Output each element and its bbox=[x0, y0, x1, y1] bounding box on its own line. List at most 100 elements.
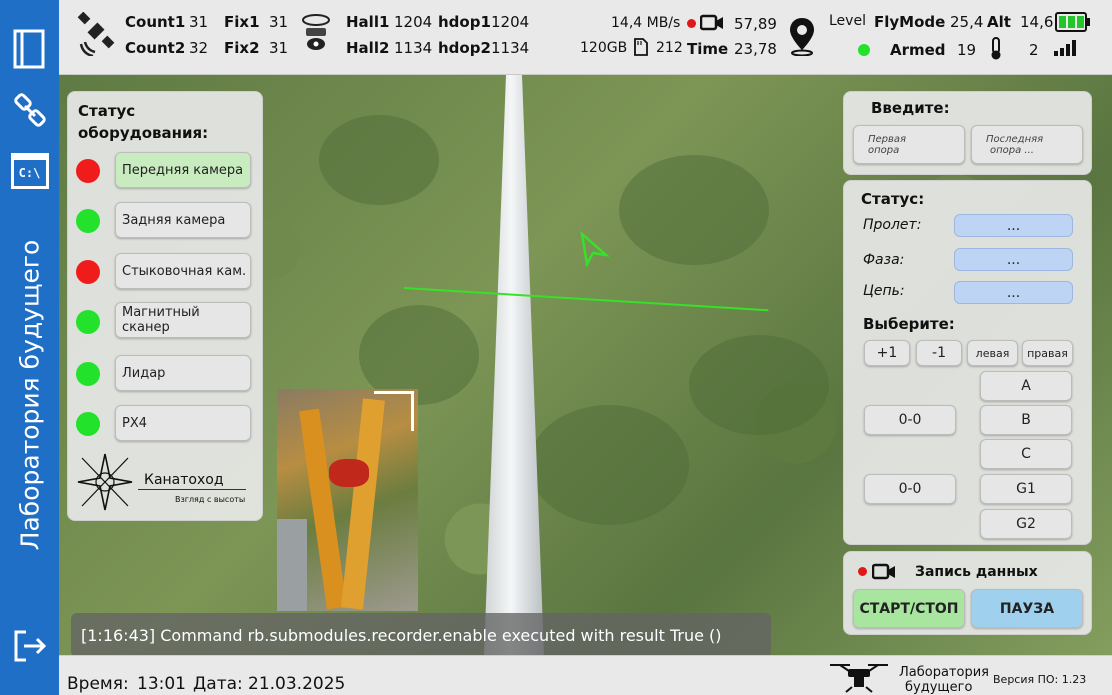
select-title: Выберите: bbox=[863, 315, 955, 333]
hall1-value: 1204 bbox=[394, 13, 433, 31]
rear-camera-button[interactable]: Задняя камера bbox=[115, 202, 251, 238]
lidar-status bbox=[76, 362, 100, 386]
count1-label: Count1 bbox=[125, 13, 186, 31]
phase-g1-button[interactable]: G1 bbox=[980, 474, 1072, 504]
last-pole-line1: Последняя bbox=[986, 133, 1044, 145]
last-pole-line2: опора ... bbox=[990, 144, 1034, 156]
hall2-label: Hall2 bbox=[346, 39, 390, 57]
fix2-label: Fix2 bbox=[224, 39, 260, 57]
status-title: Статус: bbox=[861, 190, 925, 208]
link-icon[interactable] bbox=[0, 93, 59, 129]
flymode-value: 25,4 bbox=[950, 13, 984, 31]
kanatohod-logo-subtitle: Взгляд с высоты bbox=[175, 495, 246, 504]
armed-status-dot bbox=[858, 44, 870, 56]
hdop2-label: hdop2 bbox=[438, 39, 491, 57]
sd-card-icon bbox=[634, 38, 648, 60]
console-message: [1:16:43] Command rb.submodules.recorder… bbox=[81, 625, 722, 645]
record-camera-icon bbox=[871, 563, 896, 585]
logout-icon[interactable] bbox=[0, 628, 59, 664]
span-label: Пролет: bbox=[863, 217, 922, 233]
last-pole-input[interactable]: Последняя опора ... bbox=[971, 125, 1083, 164]
lidar-button[interactable]: Лидар bbox=[115, 355, 251, 391]
clock-label: Время: bbox=[67, 674, 129, 694]
alt-label: Alt bbox=[987, 13, 1011, 31]
terminal-label: C:\ bbox=[10, 153, 49, 189]
magnetic-scanner-button[interactable]: Магнитный сканер bbox=[115, 302, 251, 338]
phase-g2-button[interactable]: G2 bbox=[980, 509, 1072, 539]
location-pin-icon bbox=[788, 16, 816, 60]
kanatohod-logo bbox=[74, 450, 136, 518]
right-button[interactable]: правая bbox=[1022, 340, 1073, 366]
fix2-value: 31 bbox=[269, 39, 289, 57]
version-label: Версия ПО: 1.23 bbox=[993, 673, 1087, 686]
input-title: Введите: bbox=[871, 99, 950, 117]
drone-icon bbox=[824, 661, 894, 695]
signal-value: 2 bbox=[1029, 41, 1039, 59]
satellite-icon bbox=[77, 11, 117, 60]
time-label: Time bbox=[687, 40, 729, 58]
battery-icon bbox=[1055, 12, 1091, 36]
phase-b-button[interactable]: B bbox=[980, 405, 1072, 435]
recording-dot bbox=[687, 19, 696, 28]
date-label: Дата: bbox=[193, 674, 243, 694]
chain-value: ... bbox=[954, 281, 1073, 304]
rear-camera-inset[interactable] bbox=[277, 389, 418, 611]
first-pole-line2: опора bbox=[868, 144, 900, 156]
count2-value: 32 bbox=[189, 39, 209, 57]
equipment-title: Статус оборудования: bbox=[78, 102, 209, 142]
record-value: 57,89 bbox=[734, 15, 777, 33]
counter-2[interactable]: 0-0 bbox=[864, 474, 956, 504]
storage-value: 212 bbox=[656, 40, 683, 56]
record-dot bbox=[858, 567, 867, 576]
hall1-label: Hall1 bbox=[346, 13, 390, 31]
count1-value: 31 bbox=[189, 13, 209, 31]
fix1-label: Fix1 bbox=[224, 13, 260, 31]
cable bbox=[484, 75, 544, 655]
sidebar-title: Лаборатория будущего bbox=[15, 239, 45, 551]
record-title: Запись данных bbox=[915, 564, 1038, 580]
camera-icon bbox=[699, 14, 724, 36]
start-stop-button[interactable]: СТАРТ/СТОП bbox=[853, 589, 965, 628]
phase-c-button[interactable]: C bbox=[980, 439, 1072, 469]
phase-a-button[interactable]: A bbox=[980, 371, 1072, 401]
hdop1-value: 1204 bbox=[491, 13, 530, 31]
left-button[interactable]: левая bbox=[967, 340, 1018, 366]
minus-one-button[interactable]: -1 bbox=[916, 340, 962, 366]
front-camera-button[interactable]: Передняя камера bbox=[115, 152, 251, 188]
sidebar: C:\ Лаборатория будущего bbox=[0, 0, 59, 695]
plus-one-button[interactable]: +1 bbox=[864, 340, 910, 366]
brand-line2: будущего bbox=[905, 680, 973, 695]
armed-value: 19 bbox=[957, 41, 977, 59]
brand-line1: Лаборатория bbox=[899, 665, 989, 680]
terminal-icon[interactable]: C:\ bbox=[0, 153, 59, 189]
px4-button[interactable]: PX4 bbox=[115, 405, 251, 441]
level-label: Level bbox=[829, 13, 866, 29]
telemetry-bar: Count1 31 Count2 32 Fix1 31 Fix2 31 Hall… bbox=[59, 0, 1112, 75]
notebook-icon[interactable] bbox=[0, 28, 59, 70]
docking-camera-status bbox=[76, 260, 100, 284]
magnetic-scanner-status bbox=[76, 310, 100, 334]
bottom-bar: Время: 13:01 Дата: 21.03.2025 Лаборатори… bbox=[59, 655, 1112, 695]
date-value: 21.03.2025 bbox=[248, 674, 346, 694]
docking-camera-button[interactable]: Стыковочная кам. bbox=[115, 253, 251, 289]
target-cursor-icon bbox=[579, 230, 611, 271]
pause-button[interactable]: ПАУЗА bbox=[971, 589, 1083, 628]
storage-total: 120GB bbox=[580, 40, 628, 56]
span-value: ... bbox=[954, 214, 1073, 237]
hdop2-value: 1134 bbox=[491, 39, 530, 57]
thermometer-icon bbox=[989, 37, 1003, 65]
sensor-icon bbox=[301, 12, 331, 60]
time-value: 23,78 bbox=[734, 40, 777, 58]
console-log: [1:16:43] Command rb.submodules.recorder… bbox=[71, 613, 771, 657]
px4-status bbox=[76, 412, 100, 436]
hall2-value: 1134 bbox=[394, 39, 433, 57]
horizon-line bbox=[403, 287, 769, 312]
data-rate: 14,4 MB/s bbox=[611, 15, 681, 31]
counter-1[interactable]: 0-0 bbox=[864, 405, 956, 435]
hdop1-label: hdop1 bbox=[438, 13, 491, 31]
first-pole-input[interactable]: Первая опора bbox=[853, 125, 965, 164]
alt-value: 14,6 bbox=[1020, 13, 1054, 31]
flymode-label: FlyMode bbox=[874, 13, 946, 31]
armed-label: Armed bbox=[890, 41, 946, 59]
chain-label: Цепь: bbox=[863, 283, 905, 299]
